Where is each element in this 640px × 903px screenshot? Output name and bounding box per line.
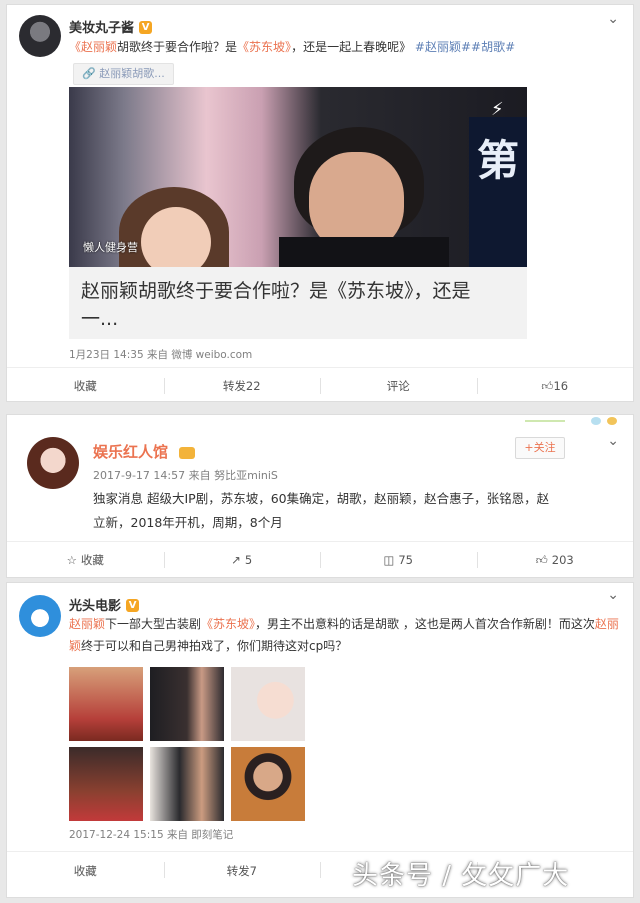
- collect-button[interactable]: 收藏: [7, 368, 164, 404]
- author-row: 美妆丸子酱 V: [69, 17, 153, 36]
- weibo-post-2: 娱乐红人馆 +关注 ⌄ 2017-9-17 14:57 来自 努比亚miniS …: [6, 414, 634, 578]
- mention-link[interactable]: 《苏东坡》: [201, 617, 255, 631]
- article-image: 第 ⚡ 懒人健身营: [69, 87, 527, 267]
- post-meta: 1月23日 14:35 来自 微博 weibo.com: [69, 349, 253, 361]
- mention-link[interactable]: 《苏东坡》: [237, 40, 291, 54]
- hashtag-link[interactable]: #胡歌#: [471, 40, 515, 54]
- verified-badge: V: [126, 599, 140, 612]
- photo-thumbnail[interactable]: [150, 747, 224, 821]
- author-avatar[interactable]: [19, 15, 61, 57]
- card-decoration: [523, 417, 623, 427]
- thumb-up-icon: 👍︎: [535, 552, 548, 567]
- watermark: 头条号 / 攵攵广大: [352, 861, 570, 891]
- star-icon: ☆: [66, 553, 77, 567]
- photo-thumbnail[interactable]: [69, 747, 143, 821]
- link-icon: 🔗: [82, 67, 96, 80]
- author-name[interactable]: 娱乐红人馆: [93, 443, 168, 461]
- repost-icon: ↗: [231, 553, 241, 567]
- post-text: 《赵丽颖胡歌终于要合作啦？是《苏东坡》，还是一起上春晚呢》 #赵丽颖##胡歌#: [69, 40, 516, 54]
- photo-thumbnail[interactable]: [231, 747, 305, 821]
- hashtag-link[interactable]: #赵丽颖#: [415, 40, 471, 54]
- like-button[interactable]: 👍︎ 203: [476, 542, 634, 578]
- comment-button[interactable]: ◫ 75: [320, 542, 477, 578]
- comment-icon: ◫: [383, 553, 395, 567]
- follow-button[interactable]: +关注: [515, 437, 565, 459]
- repost-button[interactable]: 转发22: [163, 368, 321, 404]
- article-card[interactable]: 第 ⚡ 懒人健身营 赵丽颖胡歌终于要合作啦？是《苏东坡》，还是 一...: [69, 87, 527, 339]
- topic-chip[interactable]: 🔗 赵丽颖胡歌...: [73, 63, 174, 85]
- collect-button[interactable]: ☆ 收藏: [7, 542, 164, 578]
- flash-icon: ⚡: [491, 99, 504, 120]
- post-meta: 2017-9-17 14:57 来自 努比亚miniS: [93, 469, 278, 482]
- photo-thumbnail[interactable]: [231, 667, 305, 741]
- post-text: 独家消息 超级大IP剧，苏东坡，60集确定，胡歌，赵丽颖，赵合惠子，张铭恩，赵 …: [93, 491, 550, 530]
- image-watermark: 懒人健身营: [83, 241, 138, 254]
- photo-thumbnail[interactable]: [69, 667, 143, 741]
- verified-badge: V: [139, 21, 153, 34]
- image-overlay-text: 第: [477, 136, 520, 185]
- collect-button[interactable]: 收藏: [7, 852, 164, 890]
- repost-button[interactable]: 转发7: [163, 852, 321, 890]
- post-meta: 2017-12-24 15:15 来自 即刻笔记: [69, 829, 234, 841]
- post-text: 赵丽颖下一部大型古装剧《苏东坡》，男主不出意料的话是胡歌 ，这也是两人首次合作新…: [69, 617, 619, 653]
- photo-thumbnail[interactable]: [150, 667, 224, 741]
- like-button[interactable]: 👍︎ 16: [476, 368, 634, 404]
- thumb-up-icon: 👍︎: [541, 378, 554, 393]
- chevron-down-icon[interactable]: ⌄: [607, 587, 619, 603]
- comment-button[interactable]: 评论: [320, 368, 477, 404]
- author-name[interactable]: 光头电影: [69, 599, 121, 614]
- author-avatar[interactable]: [19, 595, 61, 637]
- weibo-post-1: 美妆丸子酱 V ⌄ 《赵丽颖胡歌终于要合作啦？是《苏东坡》，还是一起上春晚呢》 …: [6, 4, 634, 402]
- crown-icon: [179, 446, 196, 459]
- author-row: 娱乐红人馆: [93, 441, 196, 462]
- article-title: 赵丽颖胡歌终于要合作啦？是《苏东坡》，还是 一...: [81, 280, 471, 330]
- mention-link[interactable]: 赵丽颖: [69, 617, 105, 631]
- mention-link[interactable]: 赵丽颖: [81, 40, 117, 54]
- repost-button[interactable]: ↗ 5: [163, 542, 321, 578]
- weibo-post-3: 光头电影 V ⌄ 赵丽颖下一部大型古装剧《苏东坡》，男主不出意料的话是胡歌 ，这…: [6, 582, 634, 898]
- author-row: 光头电影 V: [69, 595, 140, 614]
- chevron-down-icon[interactable]: ⌄: [607, 11, 619, 27]
- author-name[interactable]: 美妆丸子酱: [69, 21, 134, 36]
- chevron-down-icon[interactable]: ⌄: [607, 433, 619, 449]
- author-avatar[interactable]: [27, 437, 79, 489]
